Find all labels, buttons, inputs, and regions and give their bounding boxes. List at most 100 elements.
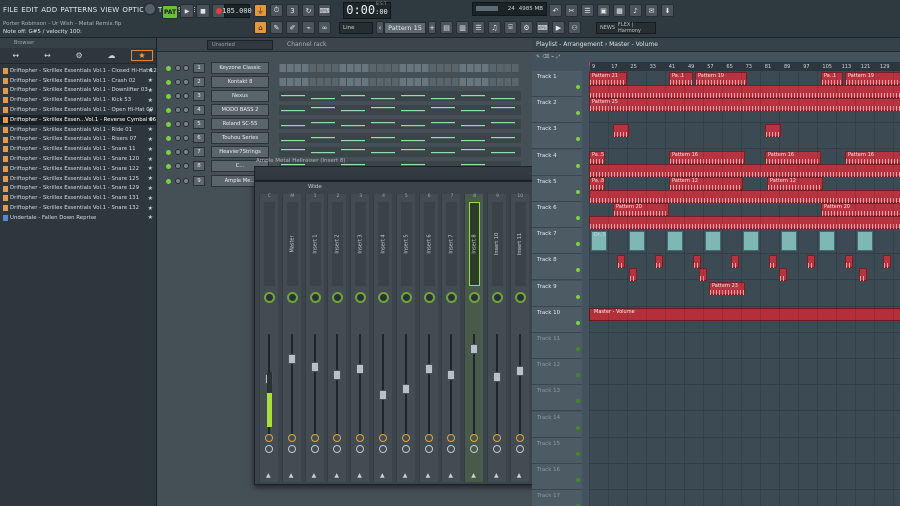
channel-volume-knob[interactable] — [183, 178, 189, 184]
draw-icon[interactable]: ✎ — [536, 54, 540, 60]
step-button[interactable] — [414, 78, 422, 86]
step-button[interactable] — [369, 64, 377, 72]
pattern-clip[interactable] — [779, 268, 787, 282]
send-icon[interactable] — [310, 445, 319, 453]
route-icon[interactable] — [356, 434, 365, 442]
pattern-clip[interactable] — [589, 85, 900, 98]
step-button[interactable] — [452, 78, 459, 86]
route-arrow-icon[interactable]: ▲ — [448, 472, 453, 479]
strip-pan-knob[interactable] — [400, 292, 412, 303]
send-icon[interactable] — [356, 445, 365, 453]
route-icon[interactable] — [265, 434, 273, 442]
mixer-strip[interactable]: 4 Insert 4 ▲ — [373, 194, 392, 482]
audio-clip[interactable] — [705, 231, 721, 252]
send-icon[interactable] — [401, 445, 410, 453]
piano-roll-preview[interactable] — [279, 119, 521, 129]
strip-label[interactable]: Insert 7 — [446, 202, 458, 286]
menu-file[interactable]: FILE — [3, 6, 18, 14]
favorite-star-icon[interactable]: ★ — [148, 97, 153, 104]
piano-roll-icon[interactable]: ♪ — [629, 4, 642, 17]
audio-clip[interactable] — [819, 231, 835, 252]
mixer-strip[interactable]: 8 Insert 8 ▲ — [464, 194, 484, 482]
channel-volume-knob[interactable] — [183, 93, 189, 99]
browser-item[interactable]: Driftopher - Skrillex Essentials Vol.1 -… — [0, 86, 156, 96]
step-button[interactable] — [429, 64, 437, 72]
favorite-star-icon[interactable]: ★ — [148, 214, 153, 221]
pattern-clip[interactable] — [589, 163, 900, 177]
channel-mute-led[interactable] — [166, 136, 171, 141]
zoom-icon[interactable]: ⤢ — [556, 54, 560, 60]
browser-icon[interactable]: ⌸ — [504, 21, 517, 34]
send-icon[interactable] — [424, 445, 433, 453]
route-icon[interactable] — [287, 434, 296, 442]
mixer-strip[interactable]: 2 Insert 2 ▲ — [327, 194, 347, 482]
channel-mixer-track[interactable]: 7 — [193, 147, 205, 157]
mixer-strip[interactable]: 3 Insert 3 ▲ — [350, 194, 370, 482]
menu-edit[interactable]: EDIT — [21, 6, 38, 14]
news-panel[interactable]: NEWS FLEX | Harmony — [596, 22, 656, 34]
channel-mixer-track[interactable]: 3 — [193, 91, 205, 101]
slice-tool-icon[interactable]: ⌁ — [302, 21, 315, 34]
browser-item[interactable]: Driftopher - Skrillex Essentials Vol.1 -… — [0, 193, 156, 203]
track-lane[interactable] — [589, 385, 900, 412]
step-button[interactable] — [497, 64, 504, 72]
step-button[interactable] — [392, 64, 399, 72]
snap-magnet-icon[interactable]: ⌂ — [254, 21, 267, 34]
pattern-song-toggle[interactable]: PAT — [162, 5, 178, 19]
step-button[interactable] — [459, 78, 467, 86]
channel-mixer-track[interactable]: 9 — [193, 176, 205, 186]
countdown-icon[interactable]: 3 — [286, 4, 299, 17]
midi-icon[interactable]: ⚇ — [568, 21, 581, 34]
browser-item[interactable]: Undertale - Fallen Down Reprise ★ — [0, 213, 156, 223]
step-button[interactable] — [467, 64, 474, 72]
send-icon[interactable] — [379, 445, 387, 453]
route-arrow-icon[interactable]: ▲ — [266, 472, 271, 479]
stop-button[interactable]: ■ — [196, 4, 210, 18]
pattern-clip[interactable] — [589, 216, 900, 229]
fader-track[interactable] — [359, 334, 362, 434]
step-button[interactable] — [332, 78, 339, 86]
channel-filter[interactable]: Unsorted — [207, 39, 273, 50]
wait-input-icon[interactable]: ⏱ — [270, 4, 283, 17]
browser-item[interactable]: Driftopher - Skrillex Essentials Vol.1 -… — [0, 105, 156, 115]
pattern-clip[interactable] — [699, 268, 707, 282]
browser-item[interactable]: Driftopher - Skrillex Essentials Vol.1 -… — [0, 174, 156, 184]
mixer-strip[interactable]: 1 Insert 1 ▲ — [304, 194, 324, 482]
step-button[interactable] — [362, 64, 369, 72]
volume-fader[interactable] — [401, 384, 410, 394]
track-header[interactable]: Track 6 — [532, 202, 582, 228]
audio-clip[interactable] — [667, 231, 683, 252]
strip-label[interactable] — [264, 202, 275, 286]
step-button[interactable] — [279, 64, 287, 72]
step-button[interactable] — [339, 64, 347, 72]
route-arrow-icon[interactable]: ▲ — [494, 472, 499, 479]
channel-steps[interactable] — [279, 77, 521, 87]
step-button[interactable] — [287, 64, 294, 72]
channel-name-button[interactable]: Nexus — [211, 90, 269, 102]
favorite-star-icon[interactable]: ★ — [148, 136, 153, 143]
step-button[interactable] — [354, 64, 362, 72]
piano-roll-window-icon[interactable]: ♫ — [488, 21, 501, 34]
pattern-clip[interactable] — [859, 268, 867, 282]
track-header[interactable]: Track 15 — [532, 437, 582, 464]
channel-name-button[interactable]: MODO BASS 2 — [211, 104, 269, 116]
pattern-clip[interactable] — [693, 255, 701, 269]
automation-clip[interactable]: Master - Volume — [589, 307, 900, 321]
route-icon[interactable] — [401, 434, 410, 442]
channel-name-button[interactable]: Kontakt 8 — [211, 76, 269, 88]
step-button[interactable] — [354, 78, 362, 86]
track-enable-led[interactable] — [576, 137, 580, 142]
pattern-add-icon[interactable]: + — [428, 21, 436, 34]
pattern-clip[interactable] — [629, 268, 637, 282]
channel-mixer-track[interactable]: 4 — [193, 105, 205, 115]
audio-clip[interactable] — [743, 231, 759, 252]
strip-label[interactable]: Insert 3 — [355, 202, 367, 286]
strip-pan-knob[interactable] — [309, 292, 321, 303]
channel-mute-led[interactable] — [166, 108, 171, 113]
channel-steps[interactable] — [279, 63, 521, 73]
master-volume-knob[interactable] — [143, 2, 157, 16]
draw-tool-icon[interactable]: ✎ — [270, 21, 283, 34]
step-button[interactable] — [444, 78, 452, 86]
chat-icon[interactable]: ✉ — [645, 4, 658, 17]
track-header[interactable]: Track 7 — [532, 228, 582, 255]
